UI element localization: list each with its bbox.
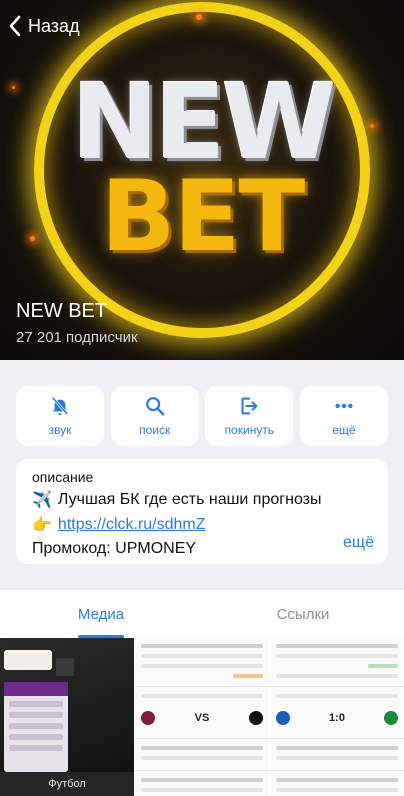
search-label: поиск: [139, 423, 171, 437]
mute-button[interactable]: звук: [16, 386, 104, 446]
thumbnail-decor: [4, 650, 52, 670]
description-line-2: 👉 https://clck.ru/sdhmZ: [32, 515, 372, 535]
media-thumbnail[interactable]: 1:0: [270, 638, 404, 796]
ember-decor: [30, 236, 35, 241]
back-button[interactable]: Назад: [8, 14, 80, 38]
leave-icon: [241, 397, 258, 415]
description-text: Лучшая БК где есть наши прогнозы: [57, 491, 322, 508]
description-more-link[interactable]: ещё: [343, 534, 374, 552]
leave-label: покинуть: [224, 423, 275, 437]
match-teams: 1:0: [276, 708, 398, 728]
description-title: описание: [32, 469, 94, 485]
bell-mute-icon: [51, 396, 69, 416]
more-button[interactable]: ещё: [299, 386, 388, 446]
promo-code-text: Промокод: UPMONEY: [32, 540, 197, 557]
chevron-left-icon: [9, 15, 21, 37]
channel-cover: NEW BET Назад NEW BET 27 201 подписчик: [0, 0, 404, 360]
media-caption: Футбол: [0, 772, 134, 796]
more-label: ещё: [332, 423, 356, 437]
action-bar: звук поиск покинуть ещё: [16, 386, 388, 446]
promo-link[interactable]: https://clck.ru/sdhmZ: [58, 516, 206, 534]
search-icon: [145, 397, 165, 416]
thumbnail-decor: [4, 682, 68, 772]
media-grid: Футбол VS 1:0: [0, 638, 404, 796]
description-card: описание ✈️ Лучшая БК где есть наши прог…: [16, 459, 388, 564]
ember-decor: [196, 14, 202, 20]
channel-name: NEW BET: [16, 300, 108, 322]
thumbnail-decor: [56, 658, 74, 676]
ember-decor: [370, 124, 374, 128]
content-tabs: Медиа Ссылки: [0, 590, 404, 638]
airplane-icon: ✈️: [32, 492, 52, 509]
media-thumbnail[interactable]: Футбол: [0, 638, 134, 796]
more-icon: [335, 403, 353, 409]
media-thumbnail[interactable]: VS: [135, 638, 269, 796]
logo-text-bet: BET: [100, 160, 306, 274]
pointing-hand-icon: 👉: [32, 517, 52, 534]
tab-links[interactable]: Ссылки: [202, 590, 404, 638]
logo-text-new: NEW: [71, 61, 337, 183]
ember-decor: [12, 86, 15, 89]
leave-button[interactable]: покинуть: [205, 386, 294, 446]
mute-label: звук: [48, 423, 72, 437]
tab-media[interactable]: Медиа: [0, 590, 202, 638]
search-button[interactable]: поиск: [110, 386, 199, 446]
subscriber-count: 27 201 подписчик: [16, 329, 138, 346]
back-label: Назад: [28, 15, 80, 36]
match-teams: VS: [141, 708, 263, 728]
description-line-1: ✈️ Лучшая БК где есть наши прогнозы: [32, 490, 372, 510]
